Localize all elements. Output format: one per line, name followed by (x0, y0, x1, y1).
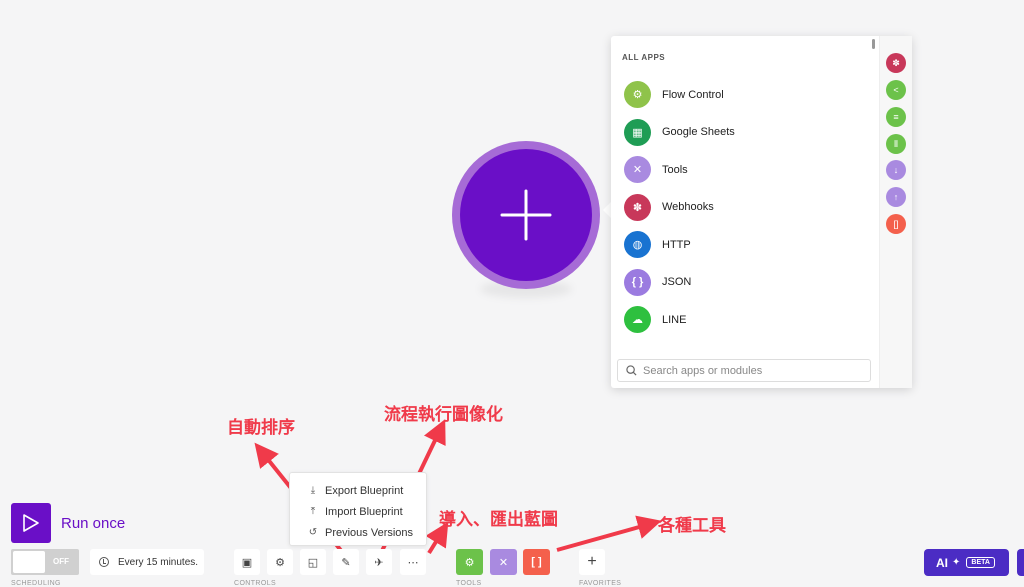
settings-button[interactable]: ⚙ (267, 549, 293, 575)
menu-export-blueprint[interactable]: ⤓ Export Blueprint (290, 480, 426, 501)
clock-icon (99, 557, 109, 567)
history-icon: ↺ (308, 527, 318, 538)
section-label-scheduling: SCHEDULING (11, 580, 61, 587)
scheduling-toggle[interactable]: OFF (11, 549, 79, 575)
schedule-setting[interactable]: Every 15 minutes. (90, 549, 204, 575)
save-icon: ▣ (241, 556, 253, 569)
gear-icon: ⚙ (275, 556, 285, 569)
notes-button[interactable]: ◱ (300, 549, 326, 575)
flow-control-icon: ⚙ (464, 556, 475, 569)
ai-label: AI (936, 555, 948, 570)
ai-side-button[interactable] (1017, 549, 1024, 576)
run-once-label[interactable]: Run once (61, 515, 125, 532)
menu-item-label: Import Blueprint (325, 505, 403, 518)
tools-icon: ✕ (498, 556, 509, 569)
annotation-arrows (254, 419, 662, 555)
tools-tool[interactable]: ✕ (490, 549, 517, 575)
auto-align-button[interactable]: ✎ (333, 549, 359, 575)
menu-item-label: Export Blueprint (325, 484, 404, 497)
play-icon (23, 514, 39, 532)
explain-flow-button[interactable]: ✈ (366, 549, 392, 575)
annotation-import-export: 導入、匯出藍圖 (439, 510, 558, 530)
airplane-icon: ✈ (374, 556, 384, 569)
annotation-auto-align: 自動排序 (227, 418, 295, 438)
section-label-controls: CONTROLS (234, 580, 277, 587)
save-button[interactable]: ▣ (234, 549, 260, 575)
run-once-button[interactable] (11, 503, 51, 543)
import-icon: ⤒ (310, 506, 316, 517)
plus-icon: + (587, 553, 597, 570)
toggle-state: OFF (53, 557, 69, 566)
add-favorite-button[interactable]: + (579, 549, 605, 575)
section-label-favorites: FAVORITES (579, 580, 622, 587)
export-icon: ⤓ (310, 485, 316, 496)
annotation-tools: 各種工具 (658, 516, 726, 536)
note-icon: ◱ (307, 556, 319, 569)
section-label-tools: TOOLS (456, 580, 482, 587)
more-button[interactable]: ⋯ (400, 549, 426, 575)
menu-item-label: Previous Versions (325, 526, 414, 539)
more-icon: ⋯ (407, 556, 419, 569)
magic-wand-icon: ✎ (341, 556, 351, 569)
sparkle-icon: ✦ (952, 557, 961, 568)
annotation-flow-visualize: 流程執行圖像化 (384, 405, 503, 425)
text-parser-icon: [ ] (531, 556, 542, 568)
menu-import-blueprint[interactable]: ⤒ Import Blueprint (290, 501, 426, 522)
menu-previous-versions[interactable]: ↺ Previous Versions (290, 522, 426, 543)
text-parser-tool[interactable]: [ ] (523, 549, 550, 575)
toggle-knob (13, 551, 45, 573)
beta-badge: BETA (966, 557, 995, 568)
flow-control-tool[interactable]: ⚙ (456, 549, 483, 575)
schedule-text: Every 15 minutes. (118, 556, 199, 568)
arrow-tools (556, 515, 662, 552)
more-options-menu: ⤓ Export Blueprint ⤒ Import Blueprint ↺ … (289, 472, 427, 546)
ai-button[interactable]: AI ✦ BETA (924, 549, 1009, 576)
arrow-import-export (425, 521, 449, 555)
